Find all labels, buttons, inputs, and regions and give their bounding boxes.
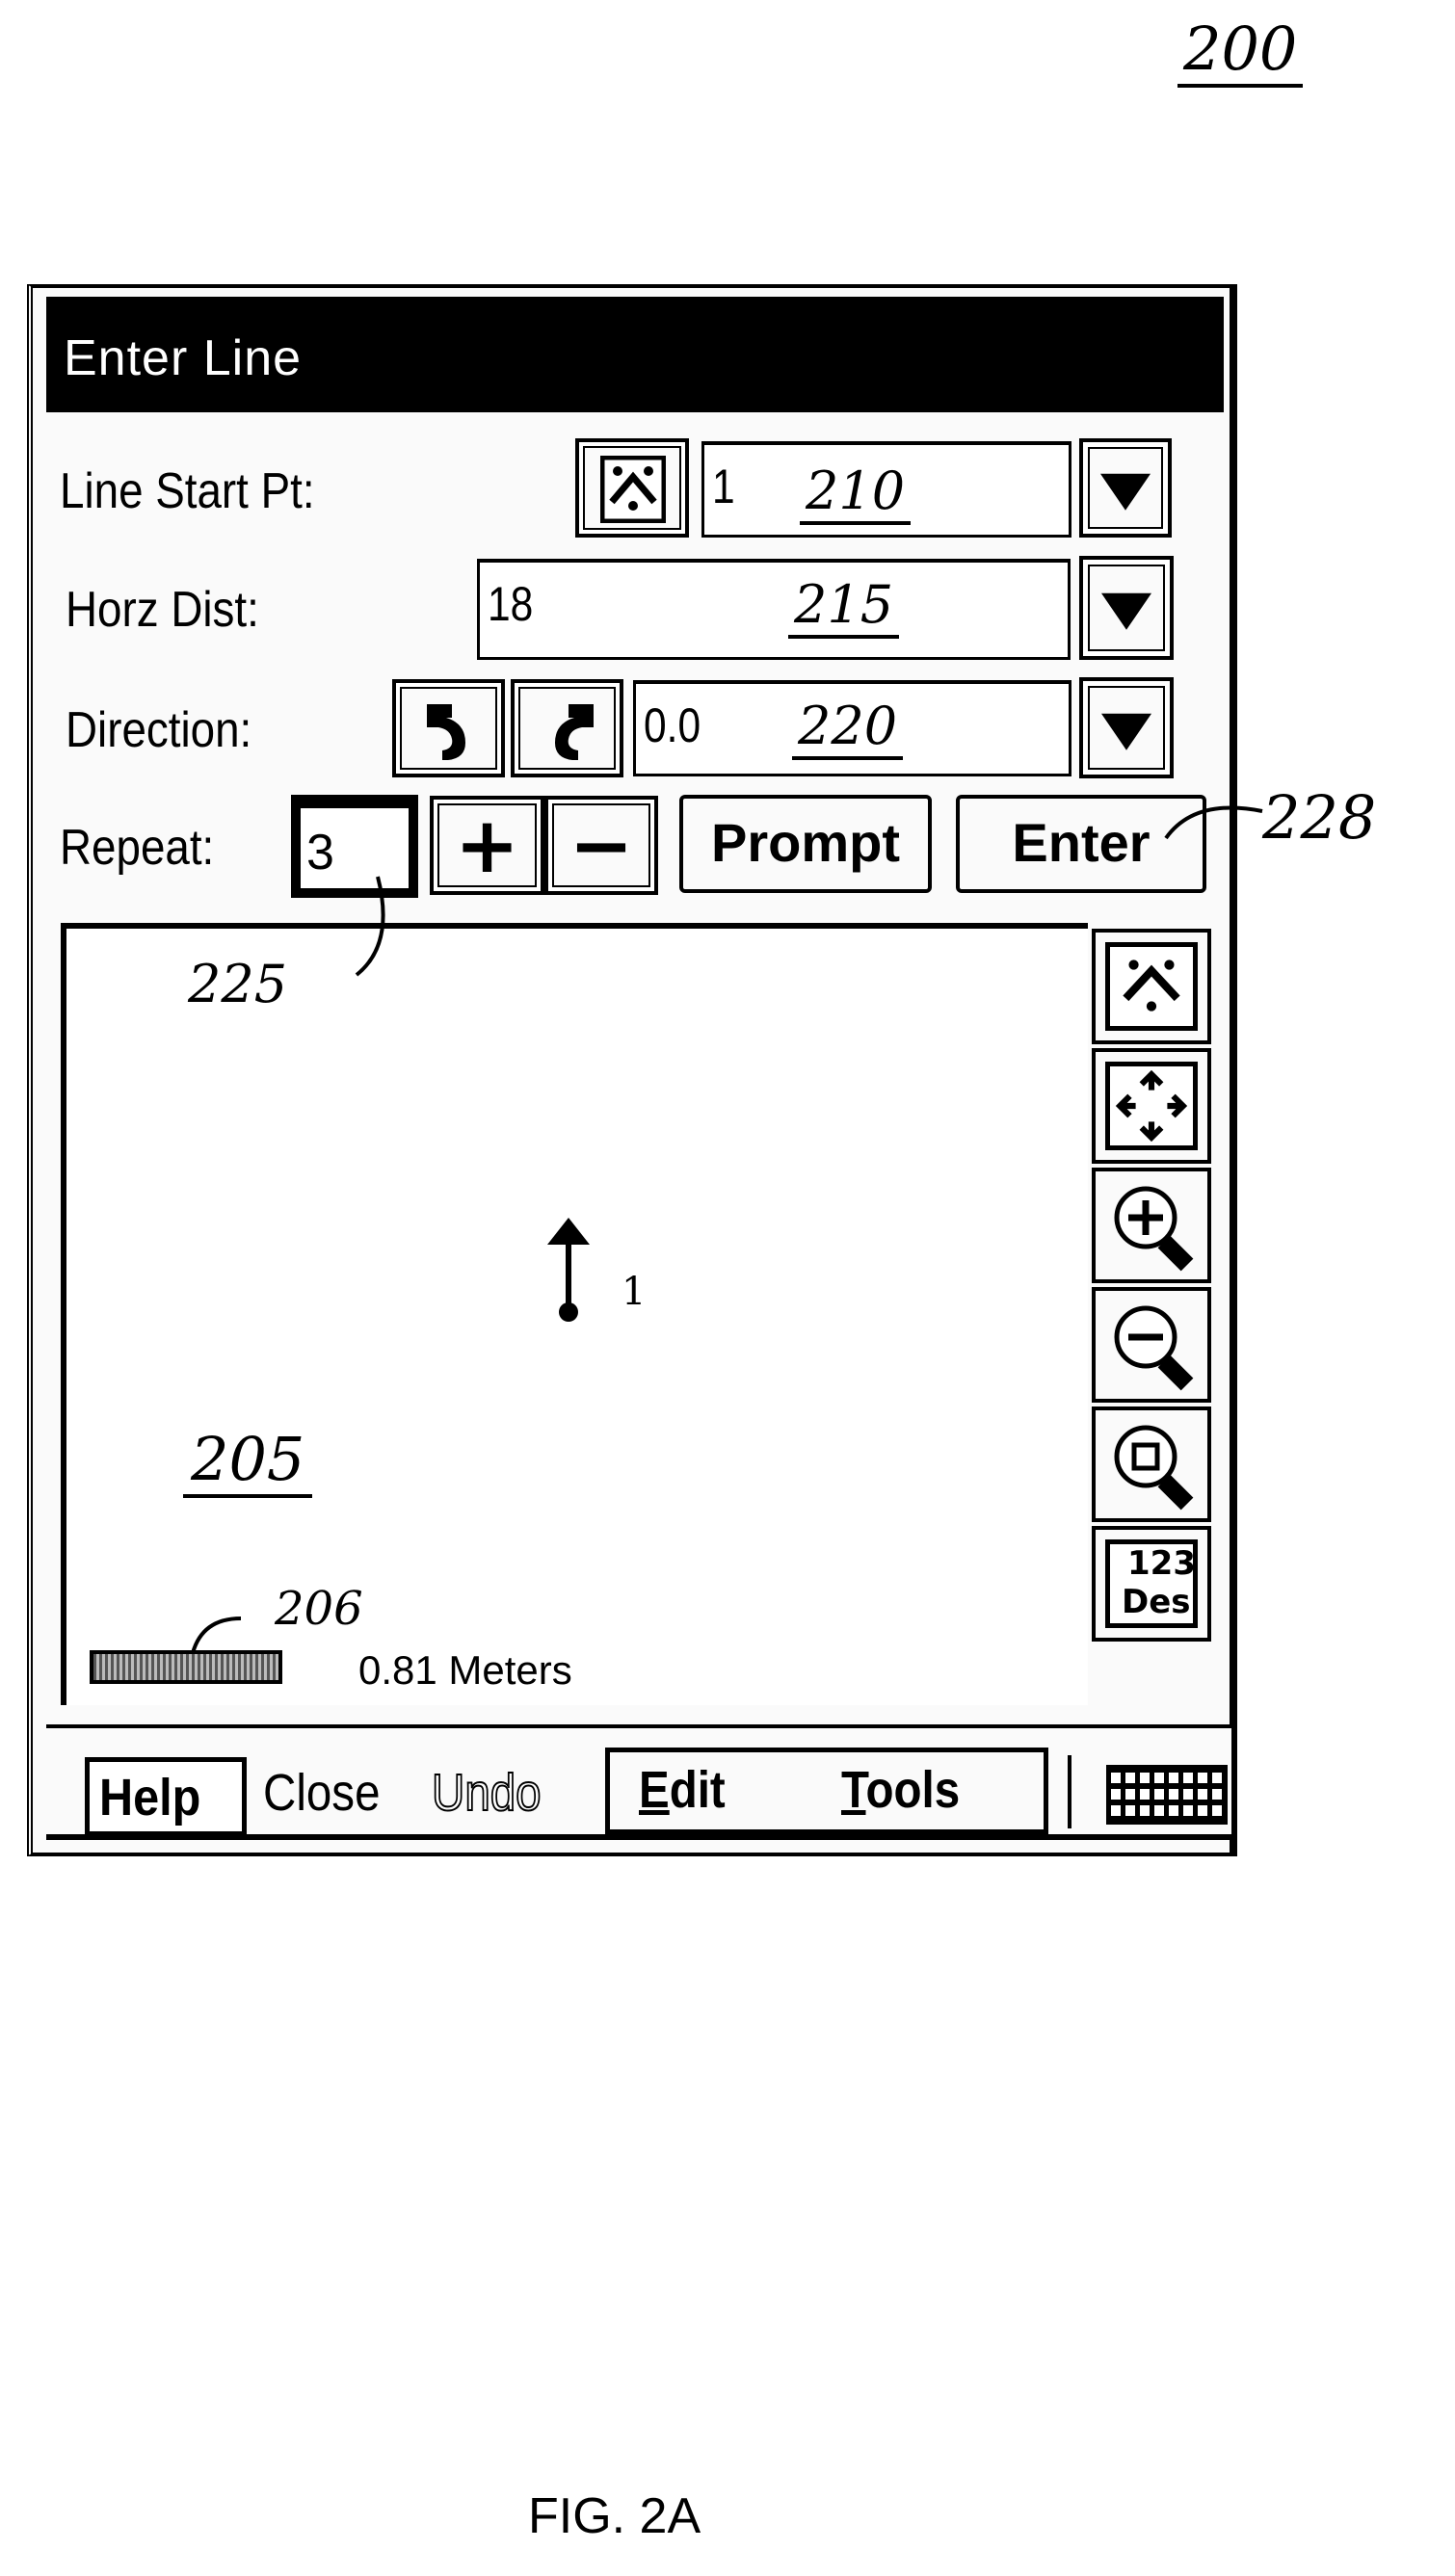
keyboard-key [1183,1773,1193,1783]
line-start-dropdown-button[interactable] [1079,438,1172,538]
line-start-label: Line Start Pt: [60,463,315,519]
toolbar-units-button[interactable]: 123 Des [1092,1526,1211,1642]
zoom-extents-icon [1114,1425,1194,1511]
toolbar-pan-button[interactable] [1092,1048,1211,1164]
title-bar: Enter Line [46,297,1224,412]
edit-tools-menu-group: Edit Tools [605,1748,1048,1834]
edit-mnemonic: E [639,1761,670,1819]
annotation-225: 225 [188,954,288,1014]
rotate-right-button[interactable] [511,679,623,777]
triangle-down-icon [1101,713,1151,750]
rotate-right-icon [555,704,594,760]
close-menu-item[interactable]: Close [263,1763,380,1823]
keyboard-key [1183,1789,1193,1800]
repeat-increment-button[interactable]: + [430,796,544,895]
triangle-down-icon [1100,473,1151,511]
triangle-down-icon [1101,592,1151,630]
annotation-228-leader [1164,805,1263,840]
horz-dist-label: Horz Dist: [66,582,259,638]
zoom-out-icon [1114,1305,1194,1391]
rotate-left-button[interactable] [392,679,505,777]
direction-value: 0.0 [644,698,701,752]
keyboard-key [1140,1805,1150,1816]
keyboard-key [1154,1773,1164,1783]
keyboard-key [1212,1805,1222,1816]
keyboard-key [1183,1805,1193,1816]
pick-point-icon [600,456,666,523]
keyboard-key [1169,1789,1178,1800]
keyboard-key [1198,1773,1207,1783]
line-start-point-marker [547,1218,590,1322]
menu-separator [1068,1755,1071,1828]
annotation-210: 210 [800,460,912,525]
help-label: Help [99,1769,201,1827]
tools-mnemonic: T [841,1761,866,1819]
point-label: 1 [622,1270,647,1314]
keyboard-key [1198,1805,1207,1816]
keyboard-key [1169,1805,1178,1816]
toolbar-zoom-extents-button[interactable] [1092,1406,1211,1522]
keyboard-key [1111,1773,1121,1783]
keyboard-key [1154,1789,1164,1800]
direction-dropdown-button[interactable] [1079,677,1174,778]
horz-dist-input[interactable]: 18 [477,559,1071,660]
scale-text: 0.81 Meters [358,1647,572,1693]
keyboard-key [1125,1805,1135,1816]
edit-menu[interactable]: Edit [639,1760,726,1820]
keyboard-key [1212,1773,1222,1783]
keyboard-key [1140,1773,1150,1783]
toolbar-zoom-out-button[interactable] [1092,1287,1211,1403]
figure-caption: FIG. 2A [528,2488,701,2544]
rotate-left-icon [427,704,465,760]
menu-bar: Help Close Undo Edit Tools [46,1724,1231,1840]
direction-label: Direction: [66,702,252,758]
figure-reference-label: 200 [1177,13,1304,88]
keyboard-key [1212,1789,1222,1800]
units-icon: 123 Des [1105,1539,1198,1628]
units-bottom-text: Des [1122,1583,1191,1621]
help-button[interactable]: Help [85,1757,247,1836]
keyboard-key [1140,1789,1150,1800]
keyboard-key [1111,1789,1121,1800]
units-top-text: 123 [1127,1544,1196,1583]
undo-menu-item[interactable]: Undo [431,1763,542,1823]
tools-rest: ools [865,1761,961,1819]
keyboard-key [1198,1789,1207,1800]
keyboard-key [1154,1805,1164,1816]
annotation-206-leader [191,1617,242,1654]
annotation-205: 205 [183,1424,313,1498]
edit-rest: dit [669,1761,726,1819]
pan-arrows-icon [1115,1069,1188,1143]
line-start-value: 1 [712,460,735,513]
tools-menu[interactable]: Tools [841,1760,960,1820]
annotation-215: 215 [788,574,900,639]
keyboard-key [1125,1773,1135,1783]
toolbar-pick-point-button[interactable] [1092,929,1211,1044]
pick-start-point-button[interactable] [575,438,689,538]
pick-point-icon [1123,959,1180,1012]
keyboard-key [1169,1773,1178,1783]
keyboard-key [1111,1805,1121,1816]
prompt-button[interactable]: Prompt [679,795,932,893]
horz-dist-value: 18 [488,577,534,631]
repeat-decrement-button[interactable]: − [544,796,658,895]
annotation-220: 220 [792,696,904,760]
annotation-228: 228 [1262,782,1377,853]
keyboard-icon[interactable] [1106,1765,1228,1825]
horz-dist-dropdown-button[interactable] [1079,556,1174,660]
zoom-in-icon [1114,1186,1194,1272]
window-title: Enter Line [64,330,303,386]
keyboard-key [1125,1789,1135,1800]
toolbar-zoom-in-button[interactable] [1092,1168,1211,1283]
